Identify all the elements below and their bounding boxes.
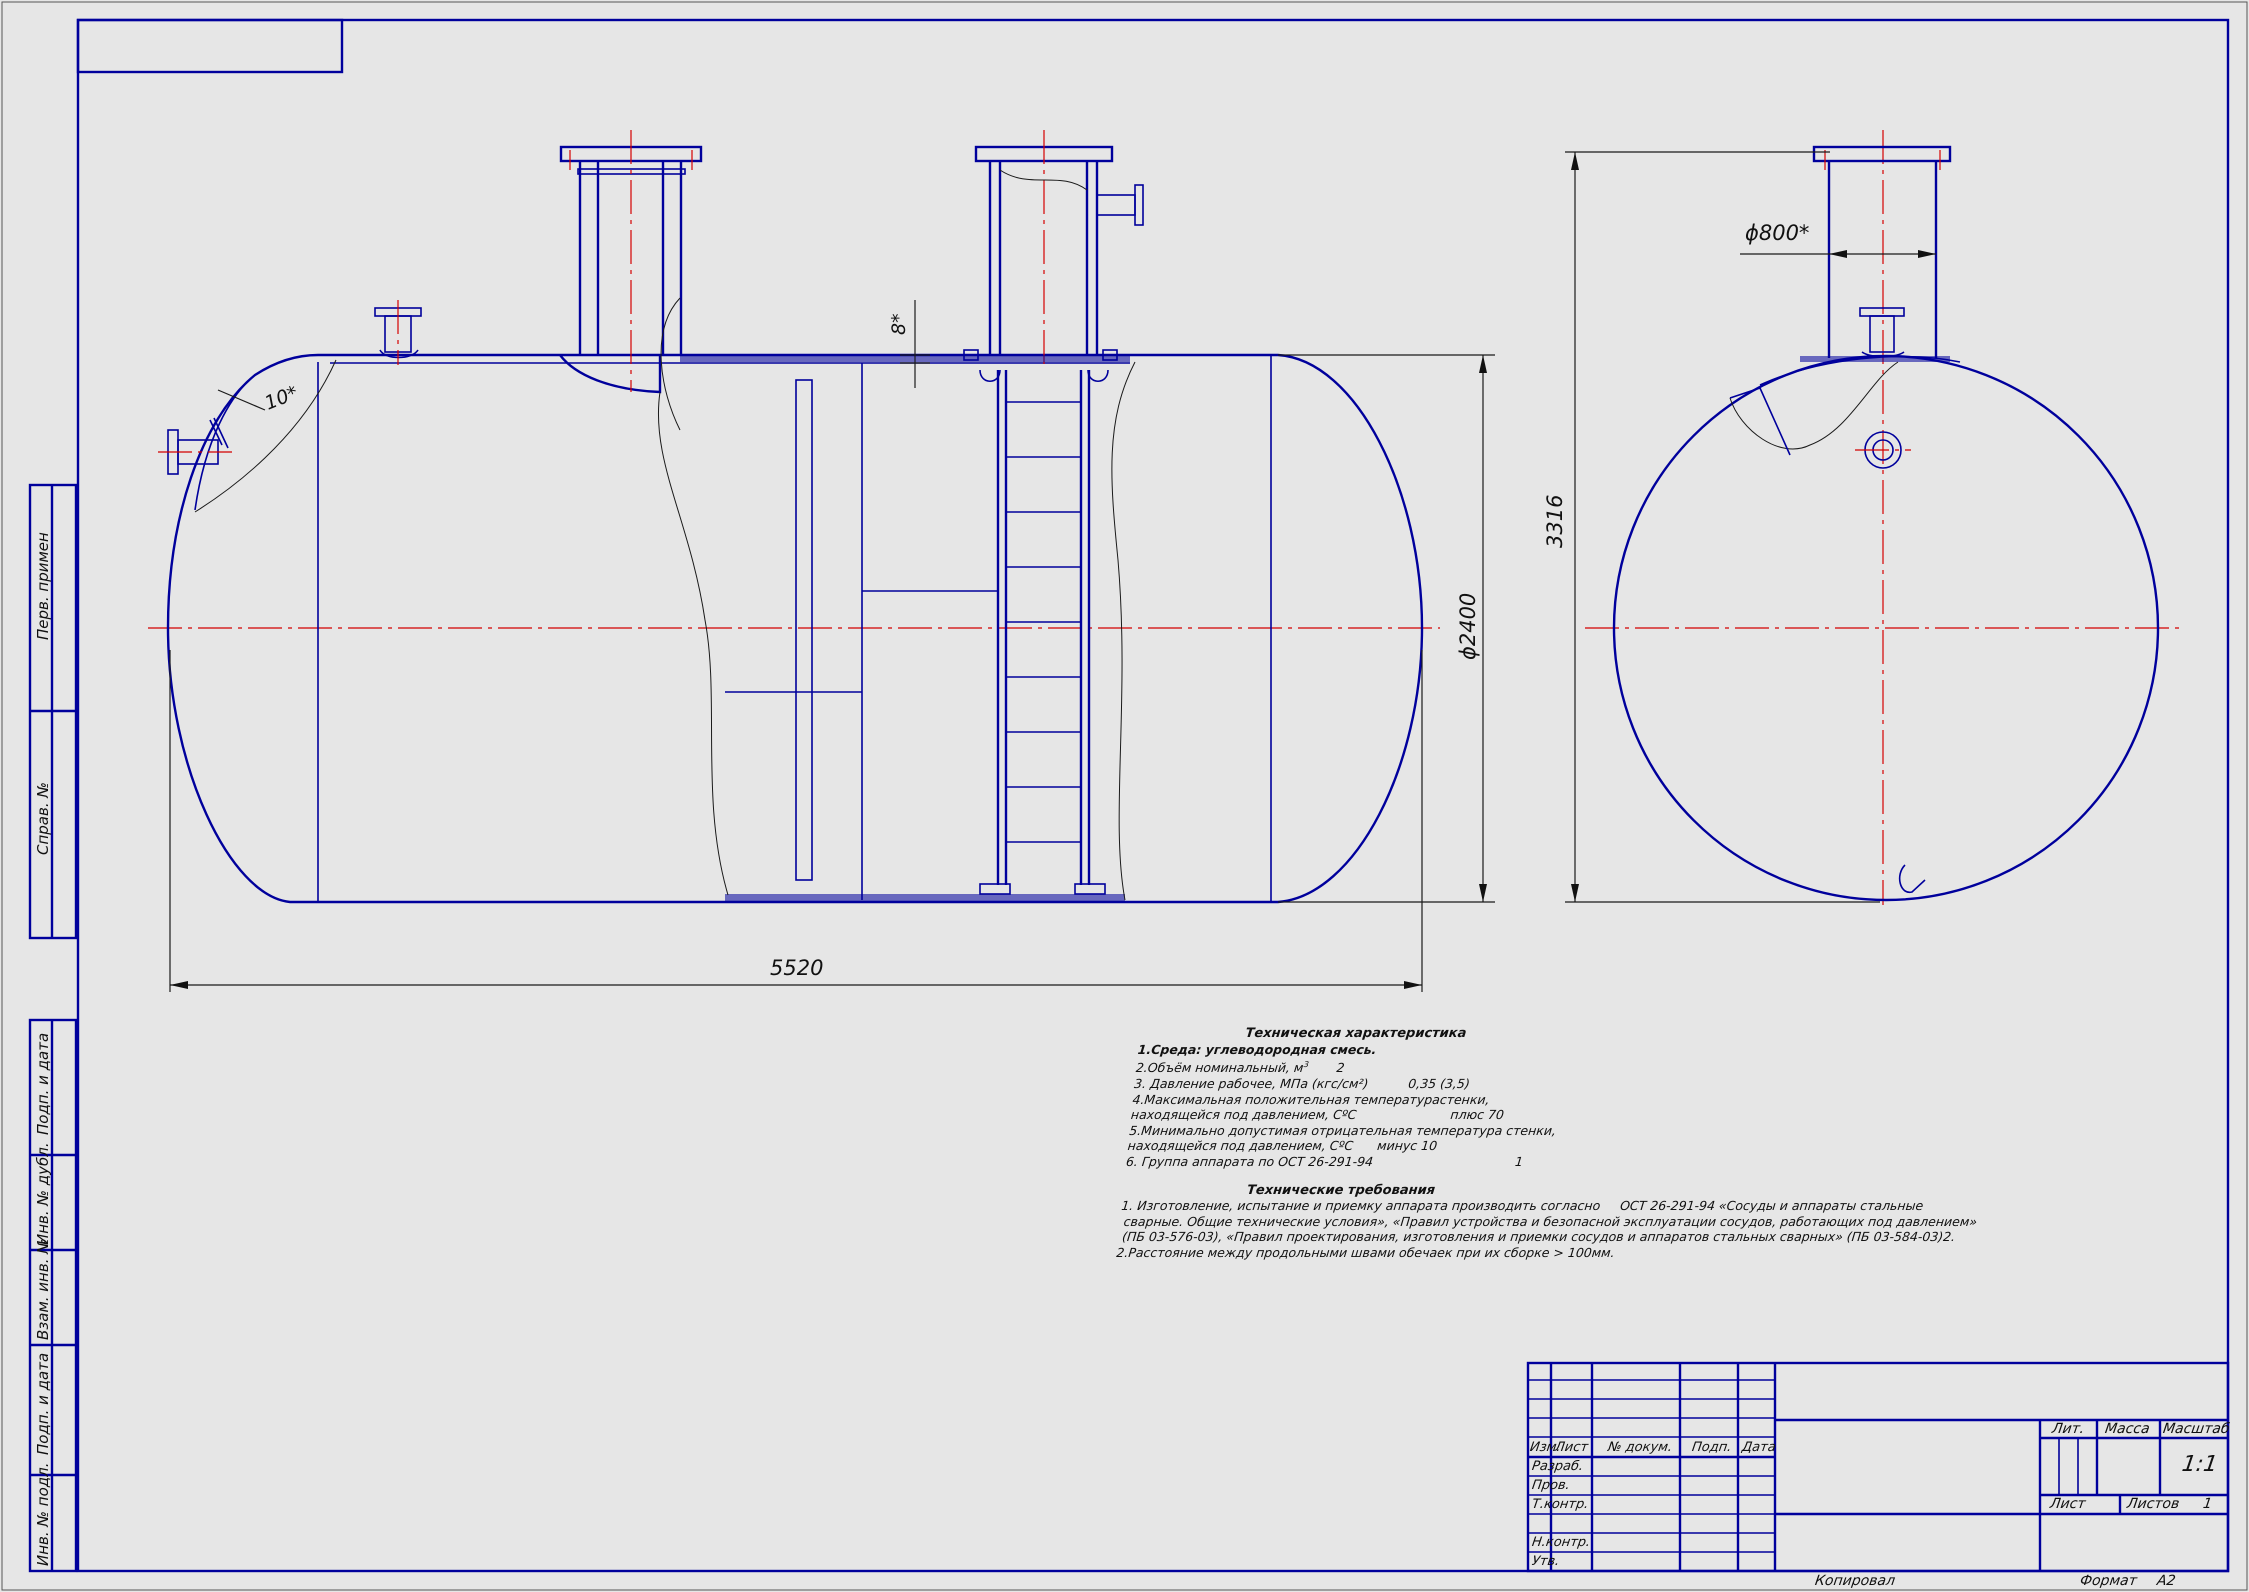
side-label-podp-data-2: Подп. и дата <box>34 1352 52 1455</box>
specs-line3-text: 3. Давление рабочее, МПа (кгс/см²) <box>1133 1075 1370 1091</box>
specs-line4-value: плюс 70 <box>1449 1107 1505 1123</box>
tb-format-value: А2 <box>2155 1573 2177 1589</box>
tb-massa: Масса <box>2103 1421 2151 1437</box>
tb-list: Лист <box>1553 1440 1590 1455</box>
sheet-frame <box>1 1 2248 1591</box>
specs-line6-text: 6. Группа аппарата по ОСТ 26-291-94 <box>1125 1153 1374 1169</box>
dim-length-label: 5520 <box>770 956 823 980</box>
tb-utv: Утв. <box>1530 1554 1561 1569</box>
side-label-inv-podl: Инв. № подл. <box>34 1462 52 1566</box>
side-label-podp-data-1: Подп. и дата <box>34 1032 52 1135</box>
tb-prov: Пров. <box>1530 1478 1571 1493</box>
tb-masshtab: Масштаб <box>2161 1421 2231 1437</box>
specs-line5b: находящейся под давлением, СºС минус 10 <box>1127 1138 1889 1154</box>
specs-line2-text: 2.Объём номинальный, м <box>1135 1060 1305 1076</box>
title-block <box>1526 1361 2230 1573</box>
side-label-vzam-inv: Взам. инв. № <box>34 1238 52 1340</box>
dim-wall-shell-label: 8* <box>888 313 910 335</box>
tb-tkontr: Т.контр. <box>1530 1497 1590 1512</box>
specs-line3: 3. Давление рабочее, МПа (кгс/см²) 0,35 (… <box>1133 1076 1895 1092</box>
specs-line6-value: 1 <box>1514 1153 1524 1169</box>
side-label-inv-dubl: Инв. № дубл. <box>34 1142 52 1245</box>
specs-title: Техническая характеристика <box>1244 1026 1468 1041</box>
requirements-title: Технические требования <box>1246 1182 1436 1198</box>
manhole-nozzle-right <box>963 130 1144 365</box>
tb-scale-value: 1:1 <box>2180 1452 2220 1477</box>
tb-nkontr: Н.контр. <box>1530 1535 1592 1550</box>
requirements-line4: 2.Расстояние между продольными швами обе… <box>1115 1244 1616 1260</box>
specs-line6: 6. Группа аппарата по ОСТ 26-291-94 1 <box>1125 1154 1887 1170</box>
specs-line2-value: 2 <box>1335 1060 1346 1076</box>
dim-diameter-label: ϕ2400 <box>1456 593 1480 660</box>
dim-nozzle-diameter-label: ϕ800* <box>1745 221 1809 245</box>
side-label-perv-primen: Перв. примен <box>34 532 52 640</box>
tb-sheet: Лист <box>2048 1496 2087 1512</box>
tb-sheets: Листов <box>2125 1496 2181 1512</box>
manhole-nozzle-left <box>559 130 703 431</box>
specs-line3-value: 0,35 (3,5) <box>1407 1075 1471 1091</box>
specs-line2-unit: 3 <box>1303 1060 1310 1070</box>
requirements-line2: сварные. Общие технические условия», «Пр… <box>1119 1213 1978 1229</box>
front-view <box>148 130 1495 992</box>
dim-wall-head-label: 10* <box>262 382 301 415</box>
tb-lit: Лит. <box>2050 1421 2086 1437</box>
requirements-line1: 1. Изготовление, испытание и приемку апп… <box>1120 1198 1925 1214</box>
specs-line4a: 4.Максимальная положительная температура… <box>1131 1091 1491 1107</box>
tb-copied: Копировал <box>1813 1573 1897 1589</box>
specs-line4b: находящейся под давлением, СºС плюс 70 <box>1130 1107 1892 1123</box>
requirements-line3: (ПБ 03-576-03), «Правил проектирования, … <box>1117 1229 1956 1245</box>
technical-notes: Техническая характеристика 1.Среда: угле… <box>1115 1026 1978 1260</box>
tb-format: Формат <box>2078 1573 2138 1589</box>
engineering-drawing: 5520 ϕ2400 8* 10* 3316 ϕ800* <box>1 1 2248 1591</box>
tb-razrab: Разраб. <box>1530 1459 1585 1474</box>
tb-data: Дата <box>1740 1440 1777 1455</box>
specs-line1: 1.Среда: углеводородная смесь. <box>1137 1041 1378 1057</box>
ladder <box>979 369 1109 895</box>
specs-line4b-text: находящейся под давлением, СºС <box>1130 1107 1358 1123</box>
internal-baffle <box>725 363 998 900</box>
dim-height-label: 3316 <box>1543 495 1567 548</box>
specs-line5b-text: находящейся под давлением, СºС <box>1126 1138 1355 1154</box>
specs-line2: 2.Объём номинальный, м3 2 <box>1135 1057 1897 1076</box>
specs-line5-value: минус 10 <box>1376 1138 1438 1154</box>
side-label-sprav-no: Справ. № <box>34 782 52 855</box>
tb-doc-no: № докум. <box>1606 1440 1674 1455</box>
tb-podp: Подп. <box>1690 1440 1733 1455</box>
side-view <box>1565 130 2185 905</box>
specs-line5a: 5.Минимально допустимая отрицательная те… <box>1128 1122 1557 1138</box>
